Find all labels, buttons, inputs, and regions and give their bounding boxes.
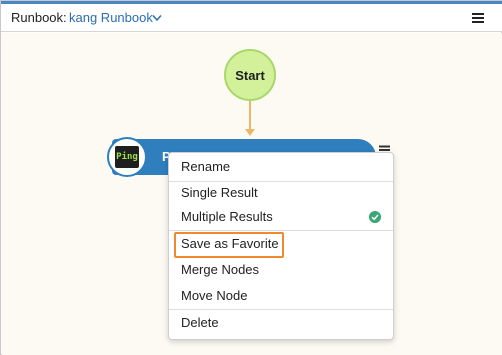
ping-badge-text: Ping — [115, 146, 139, 168]
menu-divider — [169, 230, 393, 231]
menu-item-save-as-favorite[interactable]: Save as Favorite — [169, 232, 393, 256]
runbook-name-dropdown[interactable]: kang Runbook — [69, 10, 153, 25]
start-node-label: Start — [235, 67, 265, 83]
runbook-label: Runbook: — [11, 10, 67, 25]
menu-divider — [169, 309, 393, 310]
start-node[interactable]: Start — [224, 49, 276, 101]
menu-item-move-node[interactable]: Move Node — [169, 284, 393, 308]
runbook-header: Runbook: kang Runbook — [1, 4, 502, 32]
check-circle-icon — [369, 211, 381, 223]
runbook-window: Runbook: kang Runbook Start P Ping Renam — [0, 0, 502, 355]
ping-icon: Ping — [107, 137, 147, 177]
node-context-menu: Rename Single Result Multiple Results Sa… — [168, 152, 394, 340]
connector-arrow-icon — [245, 129, 255, 136]
menu-item-single-result[interactable]: Single Result — [169, 181, 393, 205]
menu-item-delete[interactable]: Delete — [169, 311, 393, 335]
header-menu-icon[interactable] — [471, 12, 485, 24]
menu-item-multiple-results[interactable]: Multiple Results — [169, 205, 393, 229]
menu-item-rename[interactable]: Rename — [169, 155, 393, 179]
menu-item-merge-nodes[interactable]: Merge Nodes — [169, 258, 393, 282]
connector-line — [249, 101, 251, 131]
chevron-down-icon[interactable] — [152, 14, 162, 22]
